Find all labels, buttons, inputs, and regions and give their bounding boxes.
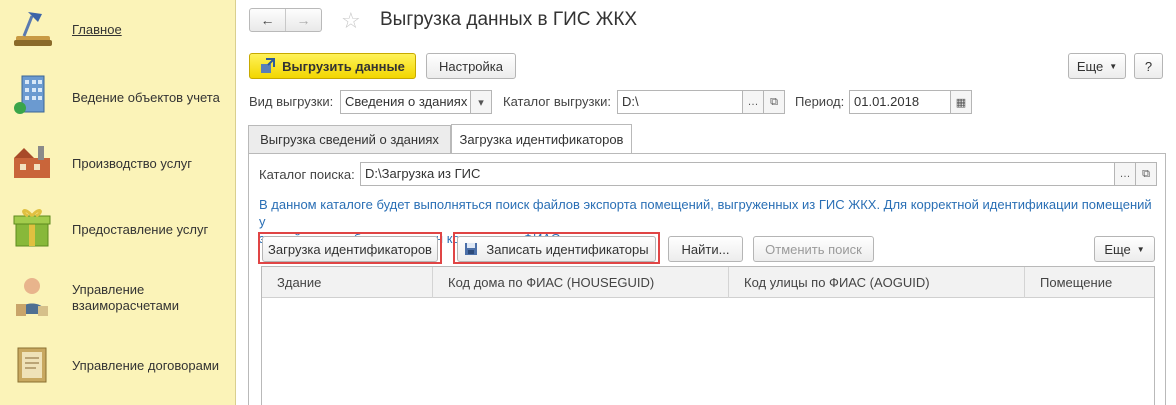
export-type-label: Вид выгрузки: <box>249 94 334 109</box>
favorite-star-icon[interactable]: ☆ <box>341 8 361 34</box>
search-catalog-label: Каталог поиска: <box>259 167 355 182</box>
column-header-label: Код дома по ФИАС (HOUSEGUID) <box>448 275 655 290</box>
building-icon <box>14 75 45 114</box>
sidebar-item-label: взаиморасчетами <box>72 298 180 313</box>
sidebar-item-objects[interactable]: Ведение объектов учета <box>0 68 236 128</box>
period-input[interactable]: 01.01.2018 <box>849 90 951 114</box>
main-content: ← → ☆ Выгрузка данных в ГИС ЖКХ Выгрузит… <box>237 0 1176 405</box>
export-type-select[interactable]: Сведения о зданиях <box>340 90 471 114</box>
find-button[interactable]: Найти... <box>668 236 743 262</box>
column-header-building[interactable]: Здание <box>262 267 432 298</box>
tab-load-identifiers[interactable]: Загрузка идентификаторов <box>451 124 632 153</box>
column-header-houseguid[interactable]: Код дома по ФИАС (HOUSEGUID) <box>432 267 728 298</box>
open-icon: ⧉ <box>1142 167 1150 180</box>
tab-export-buildings[interactable]: Выгрузка сведений о зданиях <box>248 125 451 153</box>
arrow-right-icon: → <box>296 12 311 28</box>
export-type-dropdown-button[interactable]: ▾ <box>470 90 492 114</box>
chevron-down-icon: ▼ <box>1136 244 1145 254</box>
sidebar-item-label: Предоставление услуг <box>72 222 209 237</box>
grid-more-button[interactable]: Еще ▼ <box>1094 236 1155 262</box>
sidebar-item-main[interactable]: Главное <box>0 0 236 60</box>
calendar-icon: ▦ <box>955 96 967 109</box>
factory-icon <box>14 146 50 178</box>
contract-folder-icon <box>17 347 47 383</box>
ellipsis-icon: … <box>747 96 759 108</box>
export-catalog-open-button[interactable]: ⧉ <box>763 90 785 114</box>
load-identifiers-button[interactable]: Загрузка идентификаторов <box>262 236 438 262</box>
find-label: Найти... <box>681 241 730 257</box>
help-label: ? <box>1144 58 1153 74</box>
settings-button[interactable]: Настройка <box>426 53 516 79</box>
sidebar-item-services-provision[interactable]: Предоставление услуг <box>0 200 236 260</box>
search-catalog-open-button[interactable]: ⧉ <box>1135 162 1157 186</box>
open-icon: ⧉ <box>770 95 778 108</box>
sidebar-item-label: Управление договорами <box>72 358 220 373</box>
info-line: В данном каталоге будет выполняться поис… <box>259 197 1152 229</box>
sidebar-item-label: Ведение объектов учета <box>72 90 220 105</box>
sidebar-item-settlements[interactable]: Управление взаиморасчетами <box>0 270 236 330</box>
column-header-aoguid[interactable]: Код улицы по ФИАС (AOGUID) <box>728 267 1024 298</box>
sidebar-item-contracts[interactable]: Управление договорами <box>0 336 236 396</box>
write-identifiers-label: Записать идентификаторы <box>486 241 649 257</box>
forward-button[interactable]: → <box>285 9 321 31</box>
more-label: Еще <box>1104 241 1131 257</box>
table-header: Здание Код дома по ФИАС (HOUSEGUID) Код … <box>262 267 1154 298</box>
sidebar-item-services-production[interactable]: Производство услуг <box>0 134 236 194</box>
more-button[interactable]: Еще ▼ <box>1068 53 1126 79</box>
desk-lamp-icon <box>14 12 52 46</box>
period-label: Период: <box>795 94 845 109</box>
column-header-label: Здание <box>277 275 322 290</box>
more-label: Еще <box>1076 58 1104 74</box>
search-catalog-input[interactable]: D:\Загрузка из ГИС <box>360 162 1115 186</box>
save-icon <box>465 243 478 255</box>
back-button[interactable]: ← <box>250 9 285 31</box>
chevron-down-icon: ▼ <box>1109 61 1118 71</box>
search-catalog-choose-button[interactable]: … <box>1114 162 1136 186</box>
cancel-search-label: Отменить поиск <box>765 241 862 257</box>
sidebar-item-label: Производство услуг <box>72 156 193 171</box>
load-identifiers-label: Загрузка идентификаторов <box>268 241 432 257</box>
export-data-button[interactable]: Выгрузить данные <box>249 53 416 79</box>
sidebar-item-label: Главное <box>72 22 122 37</box>
export-catalog-input[interactable]: D:\ <box>617 90 743 114</box>
column-header-premises[interactable]: Помещение <box>1024 267 1154 298</box>
gift-box-icon <box>13 209 51 247</box>
write-identifiers-button[interactable]: Записать идентификаторы <box>457 236 656 262</box>
arrow-left-icon: ← <box>260 12 275 28</box>
export-icon <box>261 58 276 73</box>
settings-label: Настройка <box>439 58 503 74</box>
sidebar: Главное Ведение объектов учета Производс… <box>0 0 236 405</box>
page-title: Выгрузка данных в ГИС ЖКХ <box>380 9 638 30</box>
accountant-icon <box>16 278 48 316</box>
column-header-label: Код улицы по ФИАС (AOGUID) <box>744 275 930 290</box>
export-catalog-choose-button[interactable]: … <box>742 90 764 114</box>
tab-label: Загрузка идентификаторов <box>459 131 624 147</box>
cancel-search-button[interactable]: Отменить поиск <box>753 236 874 262</box>
tab-label: Выгрузка сведений о зданиях <box>260 132 439 147</box>
chevron-down-icon: ▾ <box>478 96 484 109</box>
export-data-label: Выгрузить данные <box>282 58 405 74</box>
help-button[interactable]: ? <box>1134 53 1163 79</box>
identifiers-table: Здание Код дома по ФИАС (HOUSEGUID) Код … <box>261 266 1155 405</box>
calendar-button[interactable]: ▦ <box>950 90 972 114</box>
column-header-label: Помещение <box>1040 275 1113 290</box>
nav-buttons: ← → <box>249 8 322 32</box>
export-catalog-label: Каталог выгрузки: <box>503 94 611 109</box>
ellipsis-icon: … <box>1119 168 1131 180</box>
sidebar-item-label: Управление <box>72 282 145 297</box>
